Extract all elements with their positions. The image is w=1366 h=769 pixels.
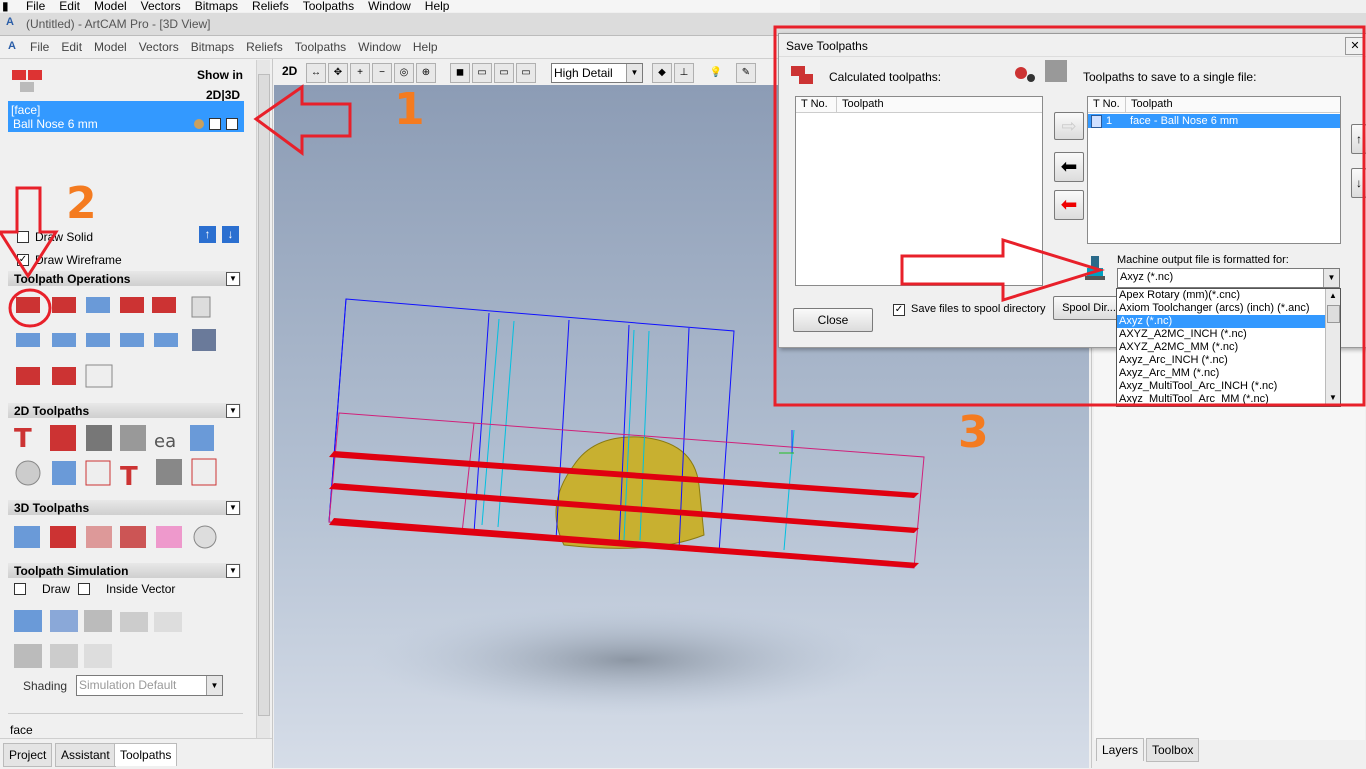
annotation-rect-3 — [773, 25, 1366, 407]
annotation-arrow-2 — [0, 186, 59, 279]
annotation-arrow-1 — [253, 84, 352, 156]
annotation-number-3: 3 — [958, 407, 989, 458]
annotation-circle — [8, 288, 52, 328]
annotation-number-2: 2 — [66, 178, 97, 229]
annotation-overlay — [0, 25, 1366, 407]
annotation-number-1: 1 — [394, 84, 425, 135]
annotation-arrow-3 — [900, 237, 1106, 303]
